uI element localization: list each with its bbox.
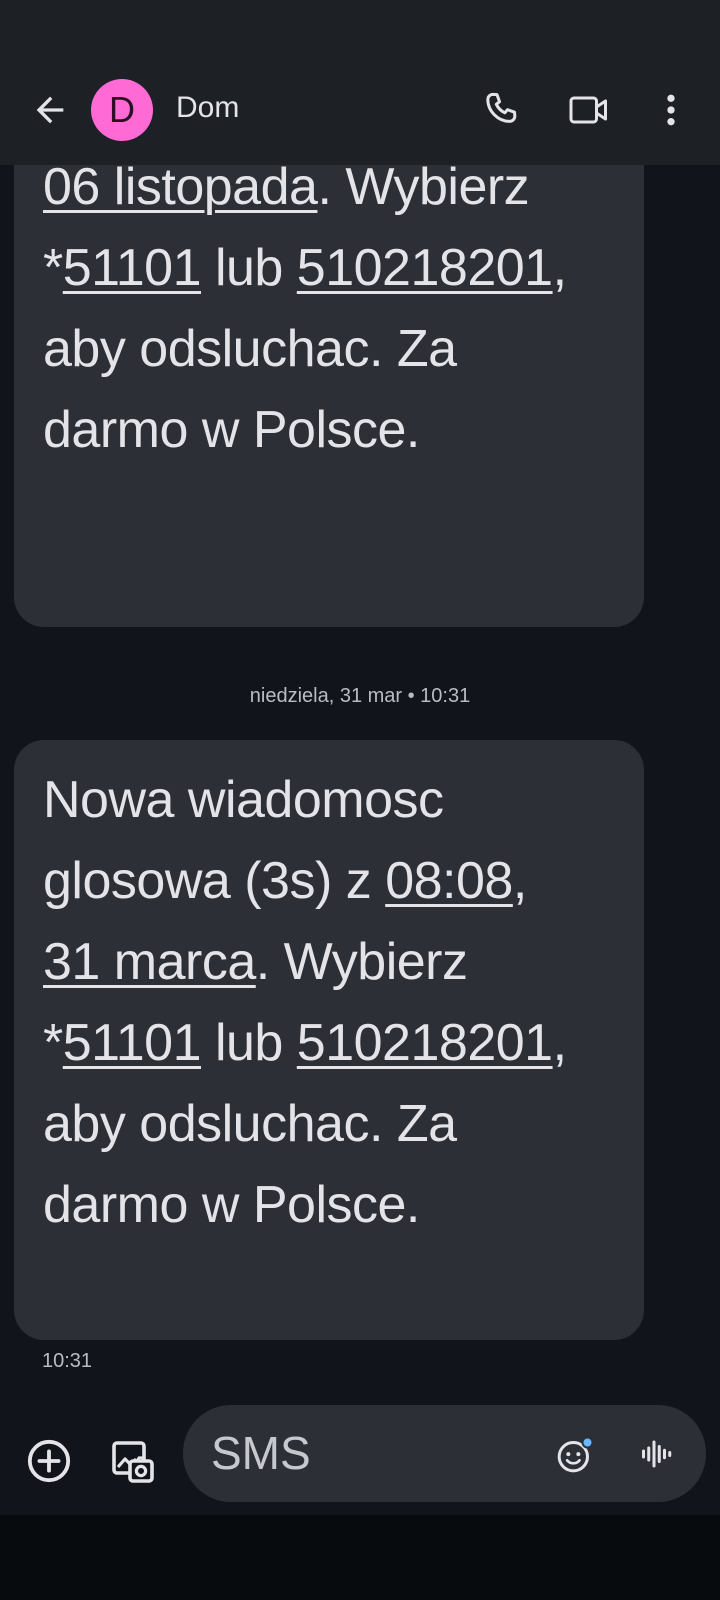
message-text: Nowa wiadomosc glosowa (3s) z 08:08, 31 ma… — [43, 771, 567, 1234]
message-link[interactable]: 31 marca — [43, 933, 256, 991]
message-link[interactable]: 06 listopada — [43, 158, 318, 216]
gallery-icon[interactable] — [108, 1437, 156, 1485]
add-circle-icon[interactable] — [26, 1438, 72, 1484]
message-link[interactable]: 08:08 — [385, 852, 513, 910]
message-timestamp: 10:31 — [42, 1350, 93, 1372]
avatar[interactable]: D — [91, 79, 153, 141]
emoji-icon[interactable] — [555, 1435, 595, 1475]
message-link[interactable]: 510218201 — [297, 1014, 553, 1072]
message-link[interactable]: 51101 — [63, 239, 202, 297]
message-link[interactable]: 51101 — [63, 1014, 202, 1072]
voice-waveform-icon[interactable] — [639, 1435, 675, 1473]
conversation-area[interactable]: glosowa (13s) z 13:19,06 listopada. Wybi… — [0, 0, 720, 1400]
message-link[interactable]: 510218201 — [297, 239, 553, 297]
video-camera-icon[interactable] — [568, 92, 610, 128]
phone-icon[interactable] — [482, 90, 522, 130]
contact-name[interactable]: Dom — [176, 91, 239, 125]
date-separator: niedziela, 31 mar • 10:31 — [249, 685, 471, 707]
sms-input[interactable] — [211, 1427, 511, 1479]
message-bubble[interactable]: Nowa wiadomosc glosowa (3s) z 08:08, 31 ma… — [14, 740, 644, 1340]
messages-screen: glosowa (13s) z 13:19,06 listopada. Wybi… — [0, 0, 720, 1600]
navigation-bar — [0, 1515, 720, 1600]
top-app-bar: D Dom — [0, 0, 720, 165]
more-vert-icon[interactable] — [655, 90, 687, 130]
compose-bar — [0, 1400, 720, 1515]
arrow-back-icon[interactable] — [30, 90, 70, 130]
message-input-pill — [183, 1405, 706, 1502]
